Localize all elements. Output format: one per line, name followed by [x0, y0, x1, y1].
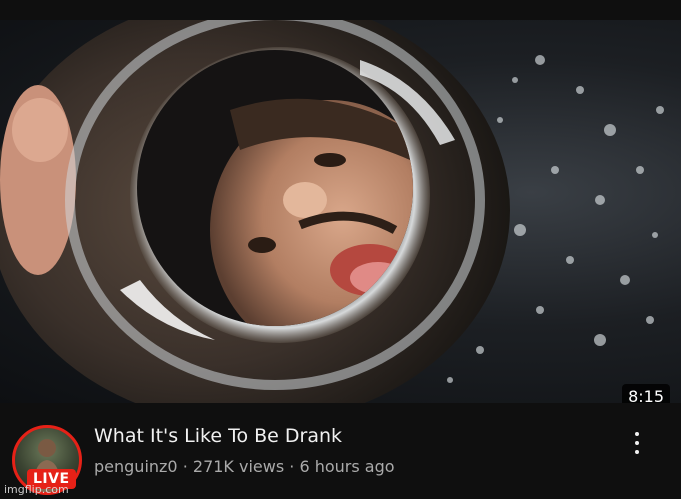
video-title[interactable]: What It's Like To Be Drank — [94, 425, 342, 447]
menu-dot — [635, 450, 639, 454]
view-count: 271K views — [192, 457, 285, 476]
thumbnail-image — [0, 20, 664, 403]
upload-age: 6 hours ago — [299, 457, 395, 476]
more-options-button[interactable] — [620, 427, 654, 461]
separator: · — [182, 457, 188, 476]
top-bar — [0, 0, 681, 20]
duration-badge: 8:15 — [622, 384, 670, 403]
menu-dot — [635, 432, 639, 436]
channel-name[interactable]: penguinz0 — [94, 457, 178, 476]
menu-dot — [635, 441, 639, 445]
watermark: imgflip.com — [4, 483, 69, 496]
separator: · — [289, 457, 295, 476]
video-meta: LIVE What It's Like To Be Drank penguinz… — [0, 403, 681, 499]
video-thumbnail[interactable]: 8:15 — [0, 20, 681, 403]
video-subtitle: penguinz0 · 271K views · 6 hours ago — [94, 457, 395, 476]
